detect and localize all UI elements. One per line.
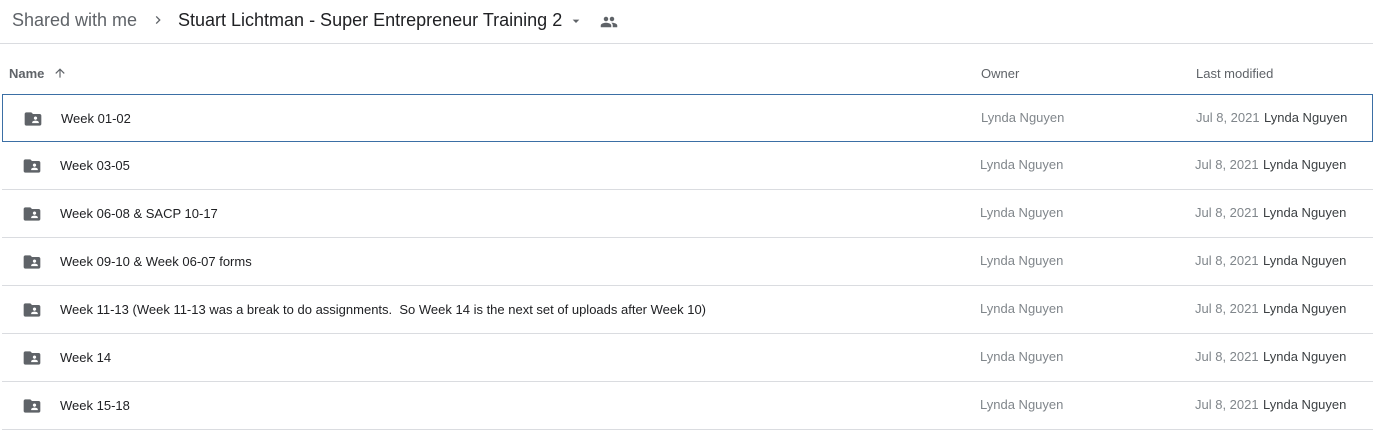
file-modified-by: Lynda Nguyen [1263,205,1347,220]
shared-folder-icon [23,399,41,413]
shared-folder-icon [23,303,41,317]
file-owner: Lynda Nguyen [980,157,1064,172]
column-header-last-modified[interactable]: Last modified [1196,66,1273,82]
breadcrumb-bar: Shared with me Stuart Lichtman - Super E… [0,0,1373,44]
file-row[interactable]: Week 01-02 Lynda Nguyen Jul 8, 2021 Lynd… [2,94,1373,142]
file-row[interactable]: Week 14 Lynda Nguyen Jul 8, 2021 Lynda N… [2,334,1373,382]
file-owner: Lynda Nguyen [980,349,1064,364]
file-name[interactable]: Week 03-05 [60,158,130,174]
arrow-up-icon[interactable] [53,66,67,80]
column-header-name[interactable]: Name [9,66,44,82]
file-modified-date: Jul 8, 2021 [1195,205,1259,220]
file-owner: Lynda Nguyen [981,110,1065,125]
file-name[interactable]: Week 15-18 [60,398,130,414]
arrow-drop-down-icon[interactable] [568,13,584,29]
shared-folder-icon [23,255,41,269]
file-name[interactable]: Week 09-10 & Week 06-07 forms [60,254,252,270]
file-owner: Lynda Nguyen [980,205,1064,220]
file-modified-by: Lynda Nguyen [1263,253,1347,268]
file-modified-by: Lynda Nguyen [1263,349,1347,364]
file-modified-date: Jul 8, 2021 [1196,110,1260,125]
column-header-owner[interactable]: Owner [981,66,1019,82]
file-row[interactable]: Week 09-10 & Week 06-07 forms Lynda Nguy… [2,238,1373,286]
file-modified-by: Lynda Nguyen [1263,397,1347,412]
column-header-row: Name Owner Last modified [0,44,1373,94]
file-modified-date: Jul 8, 2021 [1195,157,1259,172]
file-modified-date: Jul 8, 2021 [1195,349,1259,364]
file-row[interactable]: Week 06-08 & SACP 10-17 Lynda Nguyen Jul… [2,190,1373,238]
people-icon [600,16,618,28]
breadcrumb-shared-with-me[interactable]: Shared with me [12,9,137,31]
file-owner: Lynda Nguyen [980,253,1064,268]
file-modified-date: Jul 8, 2021 [1195,397,1259,412]
file-name[interactable]: Week 06-08 & SACP 10-17 [60,206,218,222]
shared-folder-icon [23,207,41,221]
file-row[interactable]: Week 03-05 Lynda Nguyen Jul 8, 2021 Lynd… [2,142,1373,190]
file-owner: Lynda Nguyen [980,397,1064,412]
file-name[interactable]: Week 14 [60,350,111,366]
shared-folder-icon [23,159,41,173]
file-owner: Lynda Nguyen [980,301,1064,316]
file-row[interactable]: Week 15-18 Lynda Nguyen Jul 8, 2021 Lynd… [2,382,1373,430]
file-name[interactable]: Week 11-13 (Week 11-13 was a break to do… [60,302,706,318]
chevron-right-icon [155,16,161,24]
file-modified-by: Lynda Nguyen [1263,157,1347,172]
shared-folder-icon [23,351,41,365]
shared-folder-icon [24,112,42,126]
file-row[interactable]: Week 11-13 (Week 11-13 was a break to do… [2,286,1373,334]
breadcrumb-current-folder[interactable]: Stuart Lichtman - Super Entrepreneur Tra… [178,9,562,31]
file-modified-date: Jul 8, 2021 [1195,301,1259,316]
file-list: Week 01-02 Lynda Nguyen Jul 8, 2021 Lynd… [2,94,1373,430]
file-name[interactable]: Week 01-02 [61,111,131,127]
file-modified-date: Jul 8, 2021 [1195,253,1259,268]
file-modified-by: Lynda Nguyen [1263,301,1347,316]
file-modified-by: Lynda Nguyen [1264,110,1348,125]
